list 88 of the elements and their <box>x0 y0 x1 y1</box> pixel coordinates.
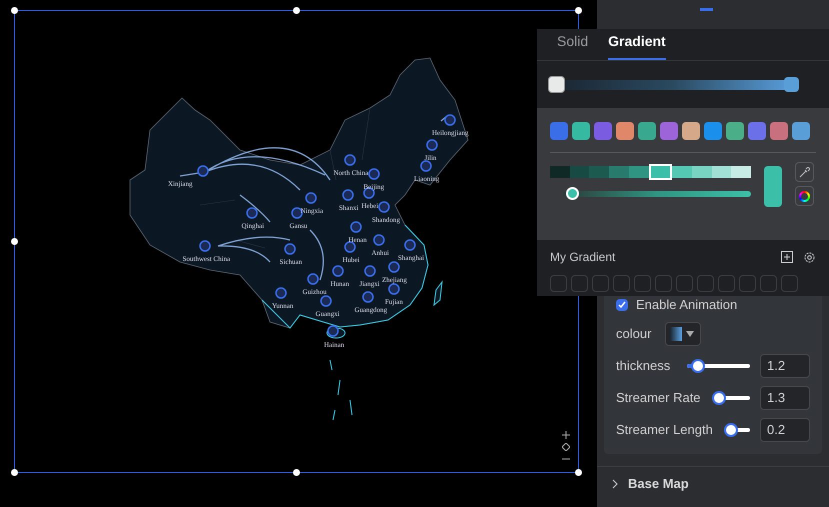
map-node-icon <box>378 201 390 213</box>
slider[interactable] <box>710 391 750 405</box>
shade-swatch[interactable] <box>628 166 649 178</box>
color-dropdown[interactable] <box>665 322 702 346</box>
add-icon[interactable] <box>781 251 793 263</box>
map-node-icon <box>344 241 356 253</box>
gradient-preview <box>670 327 682 341</box>
map-node-icon <box>320 295 332 307</box>
map-node-icon <box>426 139 438 151</box>
map-node-icon <box>404 239 416 251</box>
eyedropper-icon <box>799 166 810 178</box>
color-swatch[interactable] <box>726 122 744 140</box>
locate-icon[interactable] <box>562 443 570 451</box>
number-input[interactable]: 0.2 <box>760 418 810 442</box>
slider-thumb[interactable] <box>724 423 738 437</box>
slider-thumb[interactable] <box>691 359 706 373</box>
map-node-icon <box>246 207 258 219</box>
color-swatch[interactable] <box>770 122 788 140</box>
caret-icon <box>686 331 694 337</box>
color-wheel-icon <box>799 190 810 202</box>
shade-swatch[interactable] <box>712 166 732 178</box>
slider-label: Streamer Rate <box>616 389 701 408</box>
shade-swatch[interactable] <box>609 166 629 178</box>
map-node-icon <box>275 287 287 299</box>
checkbox-label: Enable Animation <box>636 296 738 314</box>
color-swatch[interactable] <box>550 122 568 140</box>
resize-handle[interactable] <box>11 238 18 245</box>
tab-indicator <box>700 8 713 11</box>
color-swatch[interactable] <box>748 122 766 140</box>
my-gradient-title: My Gradient <box>550 249 616 266</box>
color-swatch[interactable] <box>616 122 634 140</box>
resize-handle[interactable] <box>293 469 300 476</box>
tab[interactable]: Gradient <box>608 31 666 60</box>
number-input[interactable]: 1.3 <box>760 386 810 410</box>
gradient-stop-handle[interactable] <box>784 76 799 92</box>
map-node-icon <box>350 221 362 233</box>
eyedropper-button[interactable] <box>795 162 814 182</box>
map-node-icon <box>199 240 211 252</box>
map-node-icon <box>332 265 344 277</box>
field-label: colour <box>616 325 652 344</box>
color-wheel-button[interactable] <box>795 186 814 206</box>
map-node-icon <box>444 114 456 126</box>
slider-label: thickness <box>616 357 670 376</box>
island-drawing <box>433 280 443 306</box>
map-node-icon <box>364 265 376 277</box>
settings-icon[interactable] <box>803 250 816 264</box>
number-input[interactable]: 1.2 <box>760 354 810 378</box>
shade-swatch[interactable] <box>648 164 672 180</box>
map-node-icon <box>342 189 354 201</box>
map-node-icon <box>327 325 339 337</box>
map-node-icon <box>197 165 209 177</box>
resize-handle[interactable] <box>575 469 582 476</box>
slider[interactable] <box>722 423 750 437</box>
map-node-icon <box>420 160 432 172</box>
map-node-icon <box>388 283 400 295</box>
resize-handle[interactable] <box>575 7 582 14</box>
map-node-icon <box>284 243 296 255</box>
shade-swatch[interactable] <box>550 166 570 178</box>
section-header[interactable]: Base Map <box>628 474 689 494</box>
resize-handle[interactable] <box>293 7 300 14</box>
shade-swatch[interactable] <box>692 166 712 178</box>
color-swatch[interactable] <box>704 122 722 140</box>
map-node-icon <box>344 154 356 166</box>
color-swatch[interactable] <box>638 122 656 140</box>
zoom-in-icon[interactable] <box>562 431 570 439</box>
color-swatch[interactable] <box>792 122 810 140</box>
resize-handle[interactable] <box>11 469 18 476</box>
map-node-icon <box>388 261 400 273</box>
shade-swatch[interactable] <box>570 166 590 178</box>
color-swatch[interactable] <box>660 122 678 140</box>
shade-swatch[interactable] <box>589 166 610 178</box>
slider-thumb[interactable] <box>712 391 726 405</box>
slider-label: Streamer Length <box>616 421 713 440</box>
gradient-stop-handle[interactable] <box>548 76 565 92</box>
shade-swatch[interactable] <box>672 166 692 178</box>
color-swatch[interactable] <box>572 122 590 140</box>
map-node-icon <box>373 234 385 246</box>
resize-handle[interactable] <box>11 7 18 14</box>
tab[interactable]: Solid <box>557 31 588 60</box>
shade-swatch[interactable] <box>731 166 752 178</box>
color-swatch[interactable] <box>682 122 700 140</box>
map-node-icon <box>362 291 374 303</box>
chevron-icon[interactable] <box>612 479 618 489</box>
checkbox[interactable] <box>616 299 628 311</box>
map-node-icon <box>305 192 317 204</box>
map-node-icon <box>368 168 380 180</box>
map-node-icon <box>307 273 319 285</box>
color-swatch[interactable] <box>594 122 612 140</box>
